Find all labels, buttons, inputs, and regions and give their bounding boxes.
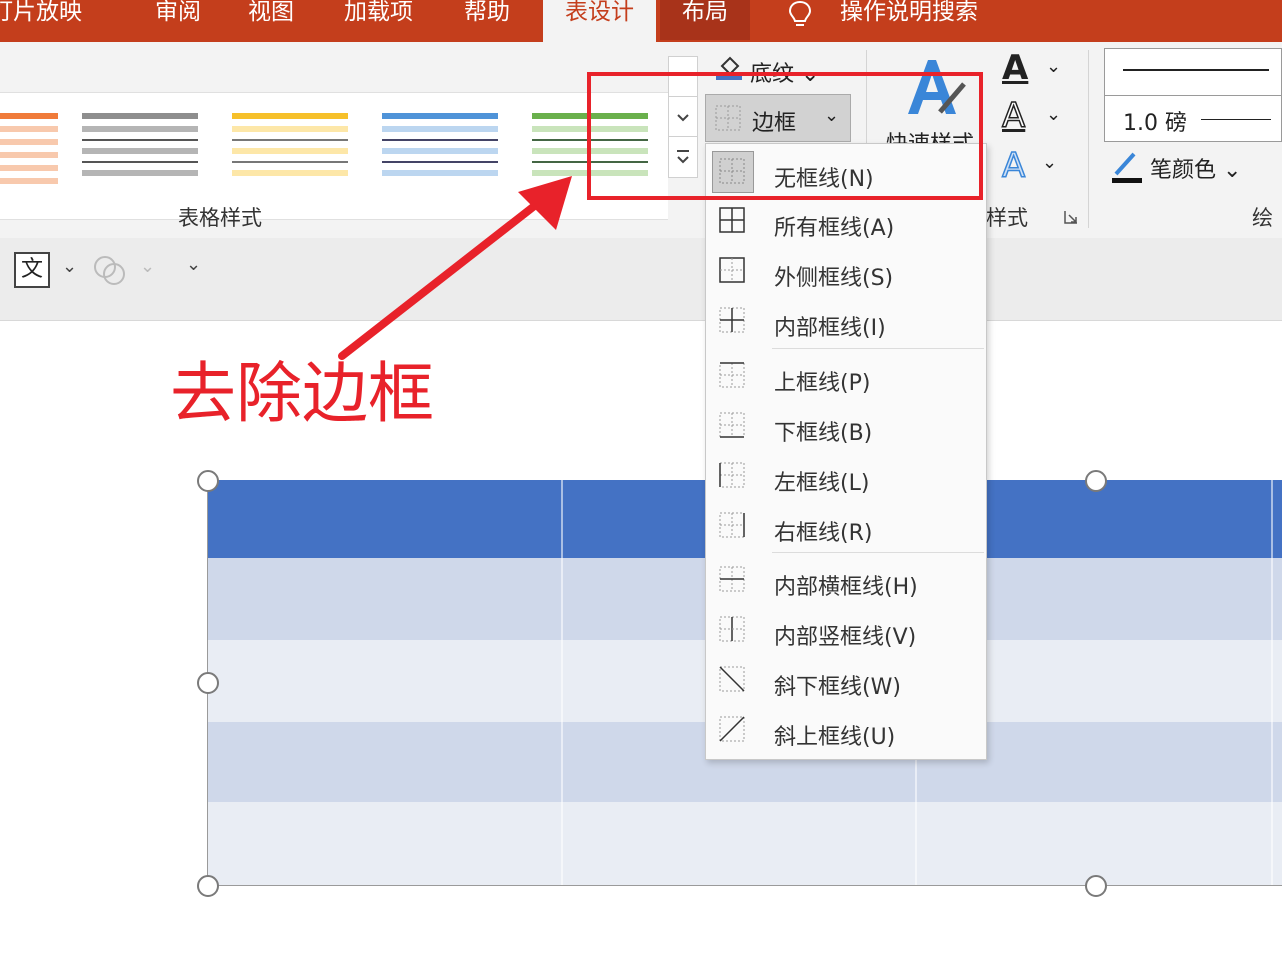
menu-item-diagonal-up-border[interactable]: 斜上框线(U) [706, 707, 986, 755]
outside-borders-icon [719, 257, 745, 283]
all-borders-icon [719, 207, 745, 233]
tab-view[interactable]: 视图 [248, 0, 294, 40]
tell-me-search[interactable]: 操作说明搜索 [840, 0, 978, 40]
ribbon-tab-bar: 放映灯片放映 审阅 视图 加载项 帮助 表设计 布局 操作说明搜索 [0, 0, 1282, 42]
right-border-icon [719, 512, 745, 538]
chevron-down-icon[interactable]: ⌄ [140, 256, 155, 277]
table-style-gray[interactable] [82, 113, 198, 197]
menu-item-diagonal-down-border[interactable]: 斜下框线(W) [706, 657, 986, 705]
text-direction-icon[interactable]: 文 [14, 252, 50, 288]
annotation-highlight-box [587, 72, 983, 200]
menu-item-right-border[interactable]: 右框线(R) [706, 503, 986, 551]
draw-borders-group-label: 绘 [1252, 206, 1273, 230]
tab-layout[interactable]: 布局 [660, 0, 750, 40]
tab-addins[interactable]: 加载项 [344, 0, 413, 40]
menu-item-inside-vertical-border[interactable]: 内部竖框线(V) [706, 607, 986, 655]
wordart-styles-group-label: 样式 [986, 206, 1028, 230]
annotation-arrow-icon [338, 176, 572, 360]
pen-weight-value[interactable]: 1.0 磅 [1123, 105, 1187, 137]
menu-item-outside-borders[interactable]: 外侧框线(S) [706, 248, 986, 296]
table-style-orange[interactable] [0, 113, 58, 197]
table-row [207, 802, 1282, 886]
pen-color-icon[interactable] [1110, 150, 1144, 184]
diagonal-down-border-icon [719, 666, 745, 692]
chevron-down-icon[interactable]: ⌄ [1046, 104, 1061, 125]
resize-handle[interactable] [197, 875, 219, 897]
menu-item-inside-horizontal-border[interactable]: 内部横框线(H) [706, 557, 986, 605]
chevron-down-icon[interactable]: ⌄ [1046, 56, 1061, 77]
menu-item-left-border[interactable]: 左框线(L) [706, 453, 986, 501]
lightbulb-icon [788, 0, 812, 26]
inside-borders-icon [719, 307, 745, 333]
shapes-overlap-icon[interactable] [92, 252, 128, 288]
top-border-icon [719, 362, 745, 388]
resize-handle[interactable] [1085, 470, 1107, 492]
text-outline-icon[interactable]: A [1001, 95, 1026, 137]
text-fill-icon[interactable]: A [1002, 48, 1028, 88]
chevron-down-icon[interactable]: ⌄ [1042, 152, 1057, 173]
tab-help[interactable]: 帮助 [464, 0, 510, 40]
tab-table-design[interactable]: 表设计 [543, 0, 656, 42]
bottom-border-icon [719, 412, 745, 438]
diagonal-up-border-icon [719, 716, 745, 742]
inside-vertical-border-icon [719, 616, 745, 642]
chevron-down-icon[interactable]: ⌄ [62, 256, 77, 277]
resize-handle[interactable] [1085, 875, 1107, 897]
tab-review[interactable]: 审阅 [155, 0, 201, 40]
resize-handle[interactable] [197, 470, 219, 492]
border-dropdown-menu: 无框线(N) 所有框线(A) 外侧框线(S) 内部框线(I) 上框线(P) 下框… [705, 143, 987, 760]
table-styles-group-label: 表格样式 [178, 206, 262, 230]
menu-item-bottom-border[interactable]: 下框线(B) [706, 403, 986, 451]
left-border-icon [719, 462, 745, 488]
customize-toolbar-icon[interactable]: ⌄ [186, 254, 201, 275]
tab-slideshow[interactable]: 放映灯片放映 [0, 0, 82, 40]
format-toolbar-row: 文 ⌄ ⌄ ⌄ [0, 238, 1282, 321]
inside-horizontal-border-icon [719, 566, 745, 592]
pen-color-button[interactable]: 笔颜色 ⌄ [1150, 152, 1241, 184]
menu-item-inside-borders[interactable]: 内部框线(I) [706, 298, 986, 346]
pen-style-selector[interactable]: 1.0 磅 [1104, 48, 1282, 142]
menu-item-all-borders[interactable]: 所有框线(A) [706, 198, 986, 246]
menu-item-top-border[interactable]: 上框线(P) [706, 353, 986, 401]
text-effects-icon[interactable]: A [1001, 145, 1026, 187]
dialog-launcher-icon[interactable] [1064, 210, 1078, 224]
resize-handle[interactable] [197, 672, 219, 694]
